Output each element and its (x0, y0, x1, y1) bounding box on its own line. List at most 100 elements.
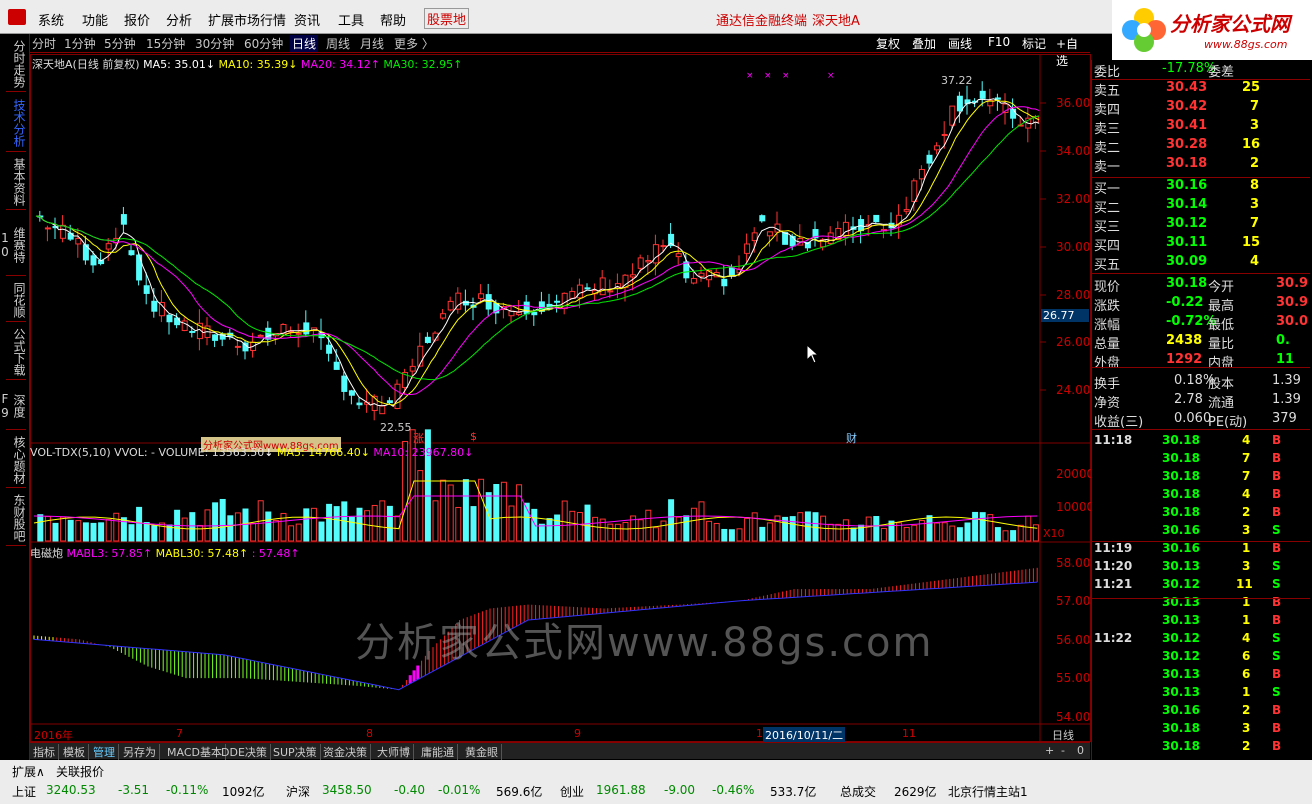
quote-row[interactable]: 涨跌 -0.22 最高 30.9 (1092, 294, 1310, 314)
quote-label: 外盘 (1094, 356, 1121, 371)
tick-row[interactable]: 30.18 3 B (1092, 721, 1310, 739)
candle-body (120, 214, 127, 225)
period-30min[interactable]: 30分钟 (195, 35, 234, 52)
tick-row[interactable]: 11:20 30.13 3 S (1092, 559, 1310, 577)
tab-master[interactable]: 大师博 (374, 744, 414, 760)
stat-row[interactable]: 净资 2.78 流通 1.39 (1092, 391, 1310, 411)
tab-depth-f9[interactable]: 深度F9 (0, 382, 26, 430)
period-1min[interactable]: 1分钟 (64, 35, 96, 52)
tick-row[interactable]: 30.18 2 B (1092, 739, 1310, 757)
period-15min[interactable]: 15分钟 (146, 35, 185, 52)
tab-golden-eye[interactable]: 黄金眼 (462, 744, 502, 760)
stock-pool-button[interactable]: 股票地 (424, 8, 470, 29)
tab-technical-analysis[interactable]: 技术分析 (6, 94, 26, 152)
tick-volume: 4 (1242, 487, 1251, 501)
ask-volume: 2 (1250, 156, 1260, 171)
index-ticker[interactable]: 上证 3240.53 -3.51 -0.11% 1092亿 沪深 3458.50… (0, 778, 1092, 804)
ask-row[interactable]: 卖一 30.18 2 (1092, 155, 1310, 175)
tick-row[interactable]: 11:18 30.18 4 B (1092, 433, 1310, 451)
ask-row[interactable]: 卖二 30.28 16 (1092, 136, 1310, 156)
stat-row[interactable]: 收益(三) 0.060 PE(动) 379 (1092, 410, 1310, 430)
quote-row[interactable]: 总量 2438 量比 0. (1092, 332, 1310, 352)
mark-button[interactable]: 标记 (1022, 35, 1046, 52)
tab-fundamentals[interactable]: 基本资料 (6, 154, 26, 210)
tick-row[interactable]: 30.12 6 S (1092, 649, 1310, 667)
tick-row[interactable]: 11:19 30.16 1 B (1092, 541, 1310, 559)
ask-row[interactable]: 卖三 30.41 3 (1092, 117, 1310, 137)
menu-extended-market[interactable]: 扩展市场行情 (208, 10, 286, 29)
menu-help[interactable]: 帮助 (380, 10, 406, 29)
tab-intraday[interactable]: 分时走势 (6, 36, 26, 92)
ask-row[interactable]: 卖五 30.43 25 (1092, 79, 1310, 99)
volume-bar (136, 506, 143, 542)
volume-bar (234, 512, 241, 542)
tab-indicator[interactable]: 指标 (30, 744, 59, 760)
tick-row[interactable]: 11:21 30.12 11 S (1092, 577, 1310, 595)
period-5min[interactable]: 5分钟 (104, 35, 136, 52)
ask-label: 卖一 (1094, 160, 1121, 175)
tick-row[interactable]: 11:22 30.12 4 S (1092, 631, 1310, 649)
overlay-button[interactable]: 叠加 (912, 35, 936, 52)
tab-yongneng[interactable]: 庸能通 (418, 744, 458, 760)
quote-row[interactable]: 涨幅 -0.72% 最低 30.0 (1092, 313, 1310, 333)
tick-row[interactable]: 30.13 1 S (1092, 685, 1310, 703)
tab-save-as[interactable]: 另存为 (120, 744, 160, 760)
menu-function[interactable]: 功能 (82, 10, 108, 29)
tab-tonghuashun[interactable]: 同花顺 (6, 278, 26, 322)
period-monthly[interactable]: 月线 (360, 35, 384, 52)
zoom-out-button[interactable]: - (1058, 744, 1068, 757)
tick-row[interactable]: 30.18 7 B (1092, 451, 1310, 469)
tab-capital[interactable]: 资金决策 (320, 744, 371, 760)
menu-news[interactable]: 资讯 (294, 10, 320, 29)
tab-formula-download[interactable]: 公式下载 (6, 324, 26, 380)
menu-system[interactable]: 系统 (38, 10, 64, 29)
tab-dde[interactable]: DDE决策 (218, 744, 271, 760)
bid-row[interactable]: 买一 30.16 8 (1092, 177, 1310, 197)
tick-row[interactable]: 30.18 2 B (1092, 505, 1310, 523)
tab-manage[interactable]: 管理 (90, 744, 119, 760)
f10-button[interactable]: F10 (988, 35, 1010, 49)
reset-zoom-button[interactable]: 0 (1074, 744, 1087, 757)
date-label-sep: 9 (574, 727, 581, 740)
candle-body (759, 215, 766, 222)
bid-row[interactable]: 买二 30.14 3 (1092, 196, 1310, 216)
period-60min[interactable]: 60分钟 (244, 35, 283, 52)
period-intraday[interactable]: 分时 (32, 35, 56, 52)
menu-tools[interactable]: 工具 (338, 10, 364, 29)
tab-eastmoney-forum[interactable]: 东财股吧 (6, 490, 26, 546)
tick-row[interactable]: 30.18 7 B (1092, 469, 1310, 487)
tick-row[interactable]: 30.16 3 S (1092, 523, 1310, 541)
tick-price: 30.13 (1162, 613, 1200, 627)
draw-line-button[interactable]: 画线 (948, 35, 972, 52)
tick-row[interactable]: 30.13 1 B (1092, 613, 1310, 631)
stat-row[interactable]: 换手 0.18% 股本 1.39 (1092, 372, 1310, 392)
restore-rights-button[interactable]: 复权 (876, 35, 900, 52)
dollar-marker[interactable]: $ (470, 430, 477, 443)
candle-body (751, 232, 758, 242)
bid-row[interactable]: 买三 30.12 7 (1092, 215, 1310, 235)
quote-row[interactable]: 现价 30.18 今开 30.9 (1092, 275, 1310, 295)
tick-row[interactable]: 30.16 2 B (1092, 703, 1310, 721)
candle-body (630, 274, 637, 278)
bid-row[interactable]: 买五 30.09 4 (1092, 253, 1310, 273)
tick-row[interactable]: 30.13 6 B (1092, 667, 1310, 685)
tab-sup[interactable]: SUP决策 (270, 744, 321, 760)
tab-macd-basic[interactable]: MACD基本 (164, 744, 226, 760)
period-weekly[interactable]: 周线 (326, 35, 350, 52)
menu-quote[interactable]: 报价 (124, 10, 150, 29)
finance-marker[interactable]: 财 (846, 430, 857, 446)
tab-core-themes[interactable]: 核心题材 (6, 432, 26, 488)
tick-row[interactable]: 30.18 4 B (1092, 487, 1310, 505)
period-daily[interactable]: 日线 (290, 35, 319, 52)
period-more[interactable]: 更多 〉 (394, 35, 434, 52)
tab-template[interactable]: 模板 (60, 744, 89, 760)
tab-weisaite[interactable]: 维赛特10 (0, 214, 26, 276)
zoom-in-button[interactable]: + (1042, 744, 1057, 757)
ask-row[interactable]: 卖四 30.42 7 (1092, 98, 1310, 118)
app-icon[interactable] (8, 9, 26, 25)
candle-body (599, 277, 606, 296)
bid-row[interactable]: 买四 30.11 15 (1092, 234, 1310, 254)
limit-up-marker[interactable]: 涨 (413, 430, 424, 446)
server-name[interactable]: 北京行情主站1 (948, 783, 1028, 800)
menu-analysis[interactable]: 分析 (166, 10, 192, 29)
